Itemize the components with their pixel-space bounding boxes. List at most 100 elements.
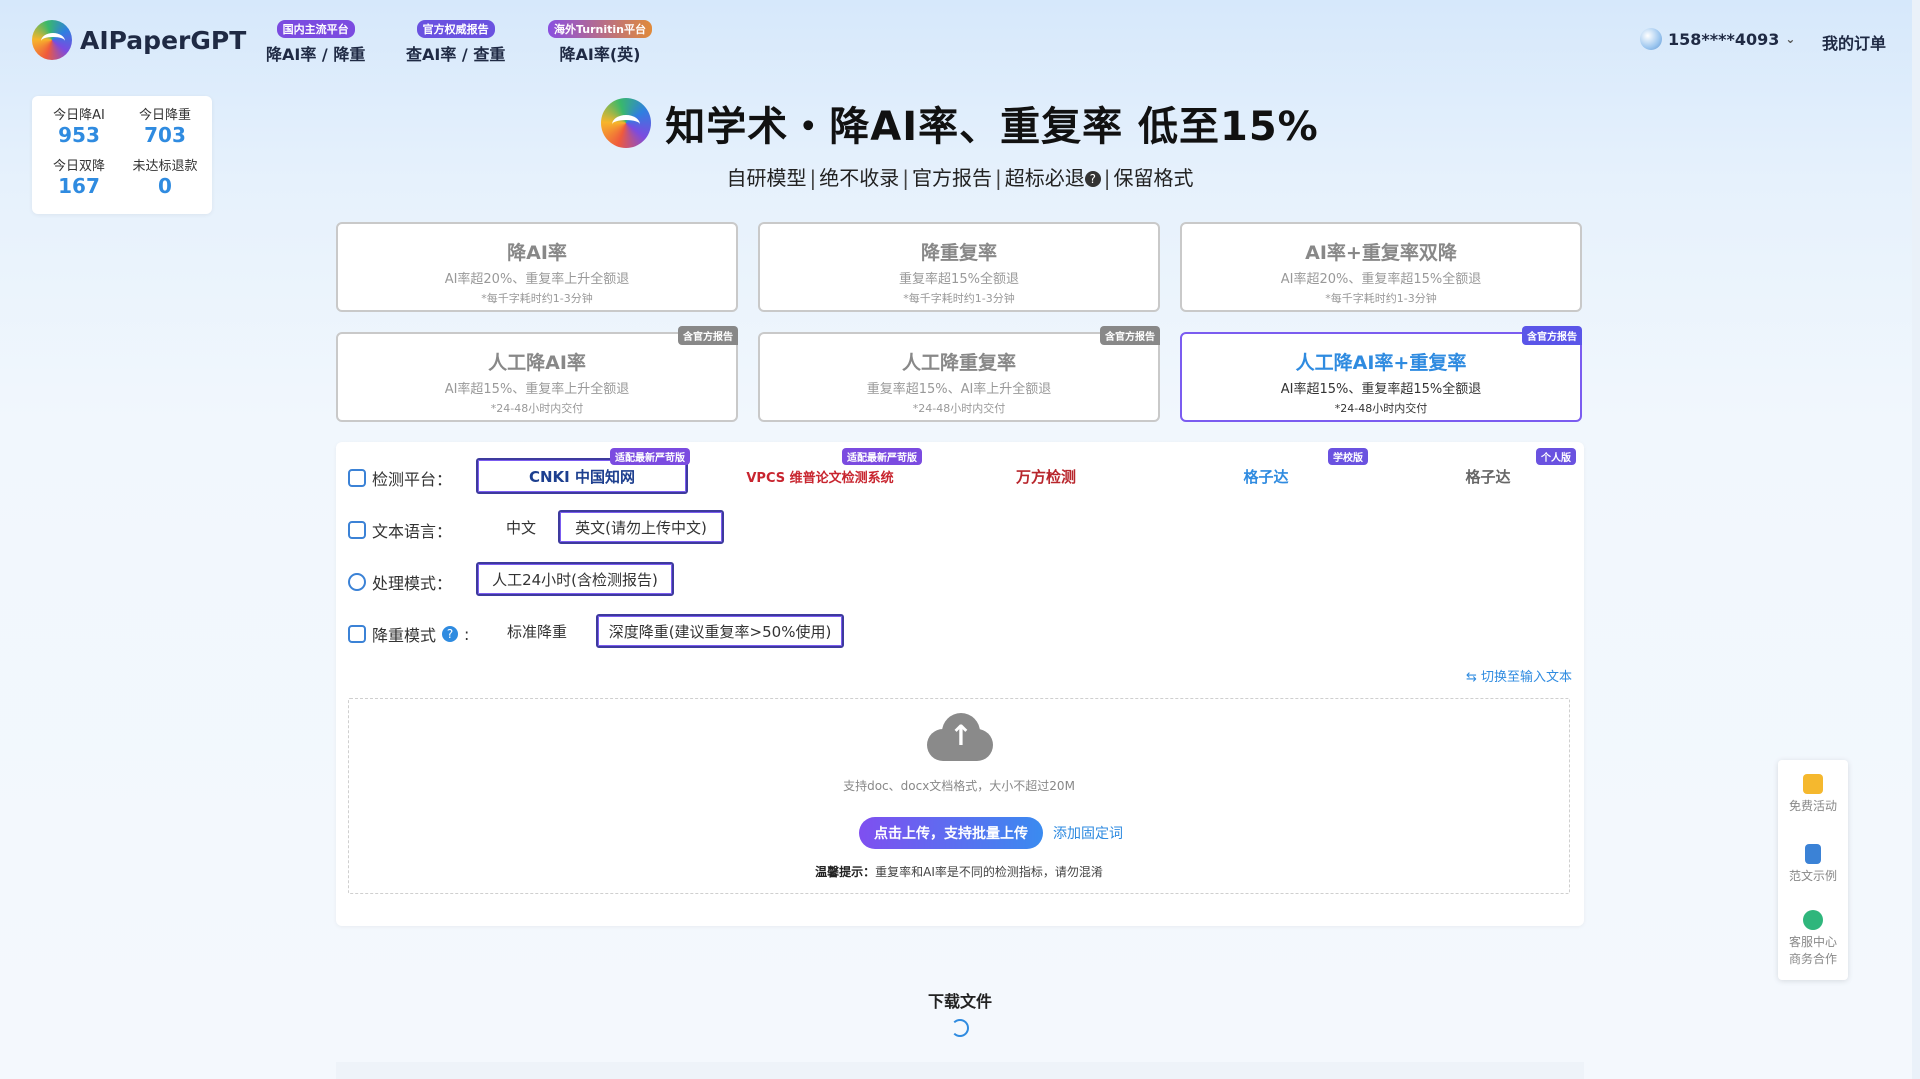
platform-gezida-personal[interactable]: 个人版 格子达 [1388, 448, 1588, 494]
clock-24-icon [348, 573, 366, 591]
gezida-logo: 格子达 [1243, 467, 1289, 486]
nav-badge: 官方权威报告 [416, 20, 495, 38]
row-label-text: 检测平台： [372, 470, 453, 489]
platform-label: 检测平台： [348, 466, 452, 490]
platform-vpcs[interactable]: 适配最新严苛版 VPCS 维普论文检测系统 [720, 448, 922, 494]
feature-item: 官方报告 [912, 166, 992, 190]
document-edit-icon [348, 625, 366, 643]
logo[interactable]: AIPaperGPT [32, 20, 246, 60]
service-card-reduce-dup[interactable]: 降重复率 重复率超15%全额退 *每千字耗时约1-3分钟 [758, 222, 1160, 312]
help-icon[interactable]: ? [442, 626, 459, 642]
row-label-text: 降重模式 [372, 626, 437, 645]
cnki-logo: CNKI 中国知网 [529, 467, 635, 486]
nav-label: 降AI率 / 降重 [266, 45, 366, 64]
nav-badge: 国内主流平台 [276, 20, 355, 38]
official-report-badge: 含官方报告 [1100, 326, 1160, 345]
upload-button[interactable]: 点击上传，支持批量上传 [859, 817, 1043, 849]
feature-item: 自研模型 [726, 166, 807, 190]
feature-item: 保留格式 [1113, 166, 1194, 190]
avatar [1640, 28, 1662, 50]
switch-to-text-link[interactable]: ⇆ 切换至输入文本 [1466, 666, 1572, 685]
gift-icon [1803, 774, 1823, 794]
cloud-upload-icon: ↑ [927, 713, 993, 761]
chevron-down-icon: ⌄ [1785, 32, 1796, 46]
feature-item: 绝不收录 [819, 166, 900, 190]
customer-service-button[interactable]: 客服中心 商务合作 [1778, 910, 1848, 967]
card-desc: AI率超20%、重复率超15%全额退 [1280, 272, 1482, 287]
brand-icon [601, 98, 652, 148]
official-report-badge: 含官方报告 [1522, 326, 1582, 345]
download-section-title: 下载文件 [927, 992, 992, 1011]
mode-label: 处理模式： [348, 570, 452, 594]
mode-option-manual-24h[interactable]: 人工24小时(含检测报告) [476, 562, 674, 596]
headset-icon [1803, 910, 1823, 930]
float-label: 免费活动 [1788, 799, 1837, 813]
refresh-icon[interactable] [951, 1019, 969, 1037]
sample-essay-button[interactable]: 范文示例 [1778, 844, 1848, 884]
card-desc: AI率超15%、重复率上升全额退 [444, 382, 630, 397]
float-label: 客服中心 [1788, 935, 1837, 949]
card-title: 降AI率 [507, 242, 567, 264]
scrollbar[interactable] [1912, 0, 1920, 1079]
card-desc: 重复率超15%全额退 [899, 272, 1019, 287]
nav-item-reduce-ai[interactable]: 国内主流平台 降AI率 / 降重 [266, 20, 365, 65]
dedup-label: 降重模式 ? : [348, 622, 469, 646]
card-desc: AI率超15%、重复率超15%全额退 [1280, 382, 1482, 397]
upload-dropzone[interactable]: ↑ 支持doc、docx文档格式，大小不超过20M 点击上传，支持批量上传 添加… [348, 698, 1570, 894]
platform-gezida-school[interactable]: 学校版 格子达 [1166, 448, 1368, 494]
dedup-option-deep[interactable]: 深度降重(建议重复率>50%使用) [596, 614, 844, 648]
my-orders-link[interactable]: 我的订单 [1822, 30, 1886, 54]
platform-wanfang[interactable]: 万方检测 [946, 458, 1146, 494]
user-menu[interactable]: 158****4093 ⌄ [1640, 28, 1795, 50]
platform-cnki[interactable]: 适配最新严苛版 CNKI 中国知网 [476, 448, 690, 494]
card-note: *每千字耗时约1-3分钟 [1325, 292, 1437, 305]
row-label-colon: : [464, 624, 470, 644]
card-note: *每千字耗时约1-3分钟 [903, 292, 1015, 305]
free-activity-button[interactable]: 免费活动 [1778, 774, 1848, 814]
card-title: 降重复率 [920, 242, 997, 264]
official-report-badge: 含官方报告 [678, 326, 738, 345]
help-icon[interactable]: ? [1084, 171, 1101, 187]
chart-icon [348, 469, 366, 487]
platform-tag: 学校版 [1328, 448, 1368, 465]
platform-tag: 适配最新严苛版 [842, 448, 922, 465]
download-list [336, 1062, 1584, 1079]
nav-item-reduce-ai-en[interactable]: 海外Turnitin平台 降AI率(英) [548, 20, 653, 65]
row-label-text: 文本语言： [372, 522, 453, 541]
nav-item-check-ai[interactable]: 官方权威报告 查AI率 / 查重 [406, 20, 505, 65]
card-title: 人工降AI率+重复率 [1295, 352, 1467, 374]
service-card-reduce-ai[interactable]: 降AI率 AI率超20%、重复率上升全额退 *每千字耗时约1-3分钟 [336, 222, 738, 312]
card-note: *24-48小时内交付 [912, 402, 1006, 415]
tip-label: 温馨提示： [815, 865, 876, 879]
platform-tag: 个人版 [1536, 448, 1576, 465]
tip-text: 重复率和AI率是不同的检测指标，请勿混淆 [875, 865, 1103, 879]
card-title: 人工降重复率 [901, 352, 1016, 374]
dedup-option-standard[interactable]: 标准降重 [482, 614, 592, 648]
upload-hint: 支持doc、docx文档格式，大小不超过20M [843, 779, 1075, 793]
card-desc: 重复率超15%、AI率上升全额退 [866, 382, 1052, 397]
feature-list: 自研模型 | 绝不收录 | 官方报告 | 超标必退? | 保留格式 [726, 166, 1194, 190]
hero: 知学术・降AI率、重复率 低至15% [0, 94, 1920, 152]
vpcs-logo: VPCS 维普论文检测系统 [746, 470, 894, 486]
card-note: *每千字耗时约1-3分钟 [481, 292, 593, 305]
add-fixed-words-link[interactable]: 添加固定词 [1053, 823, 1123, 843]
service-card-double[interactable]: AI率+重复率双降 AI率超20%、重复率超15%全额退 *每千字耗时约1-3分… [1180, 222, 1582, 312]
language-option-zh[interactable]: 中文 [476, 510, 566, 544]
upload-tip: 温馨提示：重复率和AI率是不同的检测指标，请勿混淆 [349, 863, 1569, 880]
page-title: 知学术・降AI率、重复率 低至15% [665, 104, 1319, 150]
card-note: *24-48小时内交付 [490, 402, 584, 415]
float-label-2: 商务合作 [1788, 952, 1837, 966]
logo-icon [32, 20, 72, 60]
nav-label: 查AI率 / 查重 [406, 45, 506, 64]
feature-item: 超标必退 [1004, 166, 1085, 190]
wanfang-logo: 万方检测 [1015, 467, 1076, 486]
service-card-manual-double[interactable]: 含官方报告 人工降AI率+重复率 AI率超15%、重复率超15%全额退 *24-… [1180, 326, 1582, 422]
platform-tag: 适配最新严苛版 [610, 448, 690, 465]
service-card-manual-dup[interactable]: 含官方报告 人工降重复率 重复率超15%、AI率上升全额退 *24-48小时内交… [758, 326, 1160, 422]
nav-badge: 海外Turnitin平台 [548, 20, 653, 38]
card-title: 人工降AI率 [488, 352, 586, 374]
config-panel: 检测平台： 适配最新严苛版 CNKI 中国知网 适配最新严苛版 VPCS 维普论… [336, 442, 1584, 926]
service-card-manual-ai[interactable]: 含官方报告 人工降AI率 AI率超15%、重复率上升全额退 *24-48小时内交… [336, 326, 738, 422]
language-option-en[interactable]: 英文(请勿上传中文) [558, 510, 724, 544]
user-phone: 158****4093 [1668, 29, 1780, 49]
